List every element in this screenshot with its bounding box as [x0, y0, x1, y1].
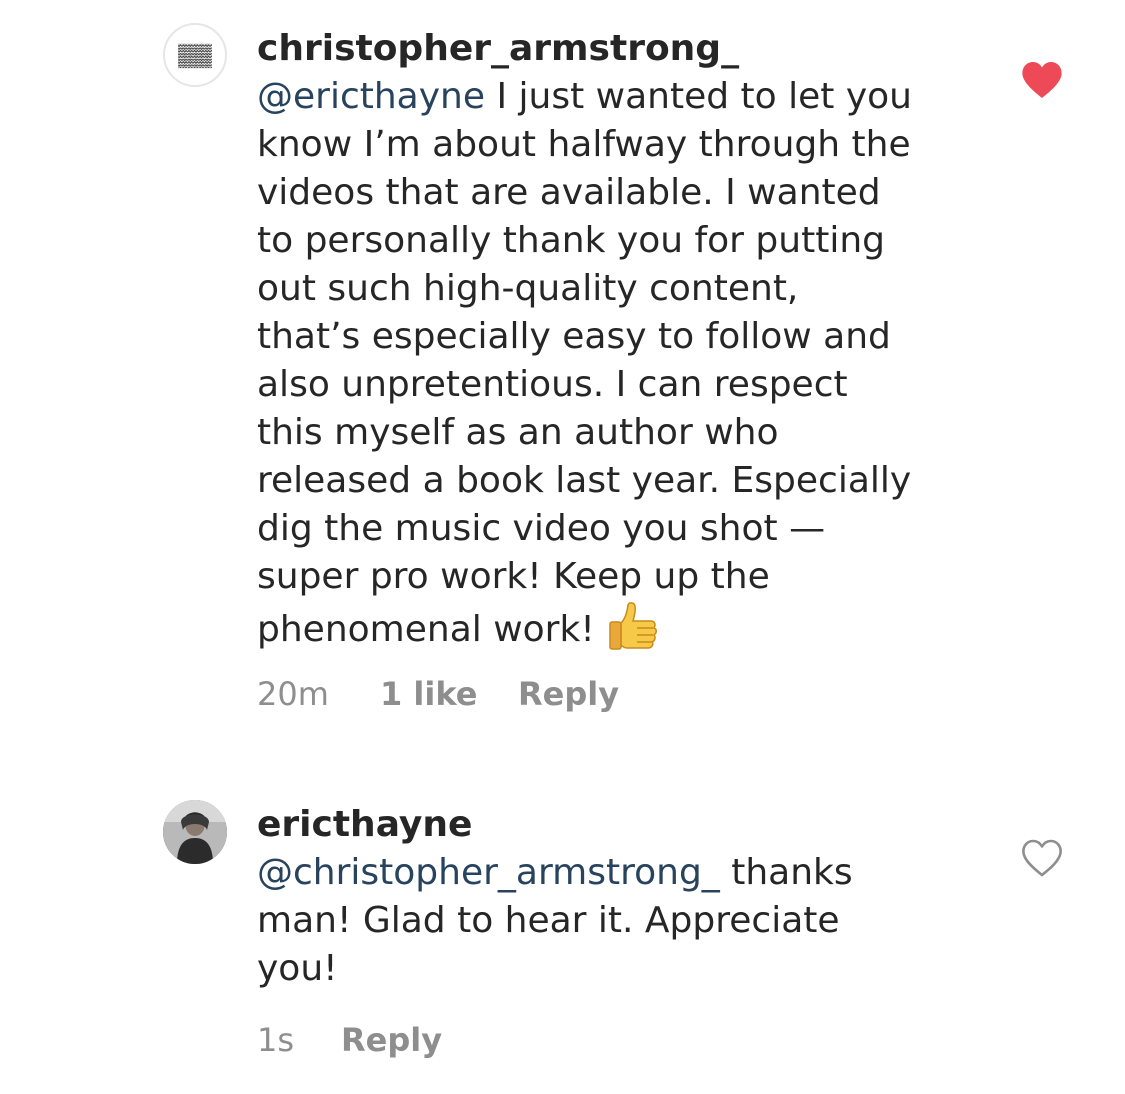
like-heart-button[interactable] [1020, 838, 1064, 878]
heart-outline-icon [1022, 839, 1062, 877]
comment-line: that’s especially easy to follow and [257, 316, 891, 357]
comment-line: you! [257, 948, 338, 989]
comment-line: @christopher_armstrong_ thanks [257, 852, 853, 893]
comment-text: @christopher_armstrong_ thanks man! Glad… [257, 849, 977, 993]
comment-line: this myself as an author who [257, 412, 779, 453]
patterned-avatar-icon [178, 43, 212, 69]
comment-line: to personally thank you for putting [257, 220, 885, 261]
profile-photo-avatar [163, 800, 227, 864]
reply-button[interactable]: Reply [518, 674, 619, 714]
comment-line: man! Glad to hear it. Appreciate [257, 900, 840, 941]
mention-link[interactable]: @christopher_armstrong_ [257, 852, 720, 893]
thumbs-up-emoji [607, 601, 659, 651]
mention-link[interactable]: @ericthayne [257, 76, 485, 117]
comment-text: @ericthayne I just wanted to let you kno… [257, 73, 977, 651]
comment-line: know I’m about halfway through the [257, 124, 911, 165]
like-heart-button[interactable] [1020, 60, 1064, 100]
comment-line: out such high-quality content, [257, 268, 799, 309]
comment-time: 1s [257, 1021, 295, 1059]
comment-line-last: phenomenal work! [257, 601, 977, 651]
reply-button[interactable]: Reply [341, 1020, 442, 1060]
comment-line: videos that are available. I wanted [257, 172, 881, 213]
user-avatar[interactable] [163, 800, 227, 864]
heart-filled-icon [1022, 62, 1062, 98]
comment-username[interactable]: christopher_armstrong_ [257, 25, 977, 73]
comment-time: 20m [257, 675, 329, 713]
comment-line: dig the music video you shot — [257, 508, 826, 549]
comment-line: @ericthayne I just wanted to let you [257, 76, 912, 117]
comment-meta: 1s Reply [257, 1020, 442, 1060]
comment-username[interactable]: ericthayne [257, 801, 977, 849]
comment-meta: 20m 1 like Reply [257, 674, 619, 714]
comment-line: super pro work! Keep up the [257, 556, 770, 597]
user-avatar[interactable] [163, 23, 227, 87]
like-count[interactable]: 1 like [380, 674, 518, 714]
comment-line: also unpretentious. I can respect [257, 364, 848, 405]
comment-line: released a book last year. Especially [257, 460, 912, 501]
